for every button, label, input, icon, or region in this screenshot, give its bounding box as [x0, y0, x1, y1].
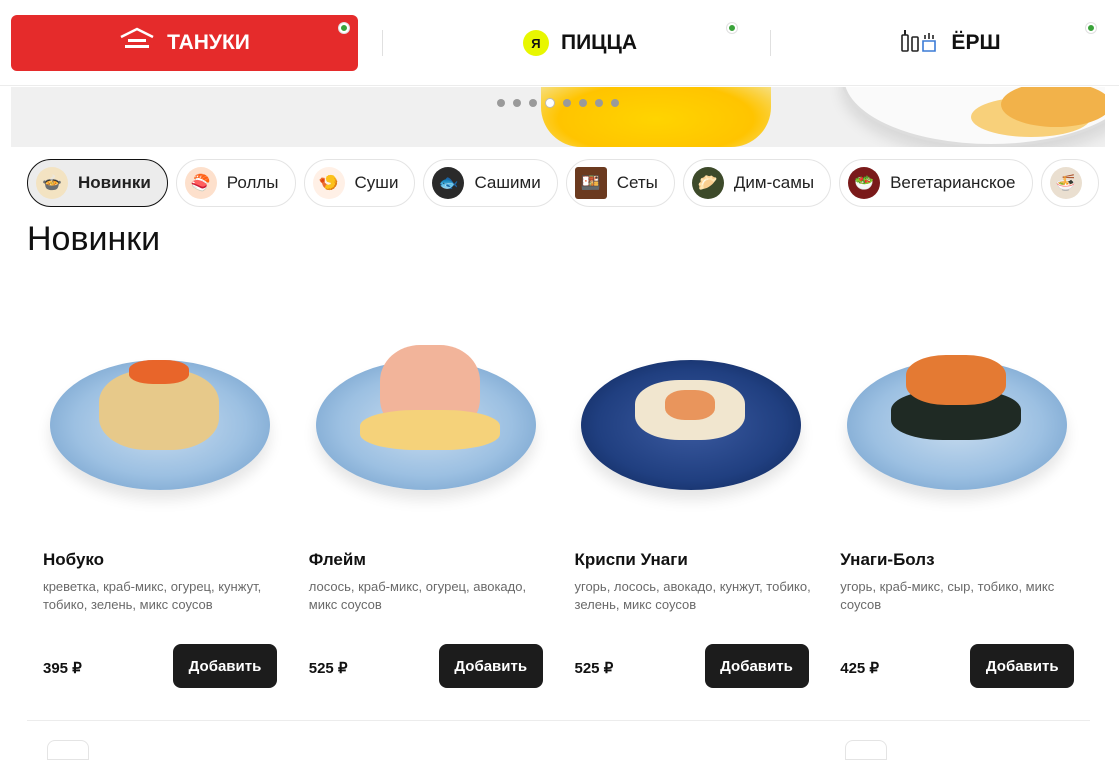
status-dot — [727, 23, 737, 33]
ya-logo-icon: Я — [522, 30, 549, 56]
dimsum-icon: 🥟 — [691, 167, 724, 199]
product-name[interactable]: Унаги-Болз — [840, 550, 934, 570]
bottles-icon — [899, 27, 939, 59]
brand-label: ТАНУКИ — [167, 31, 250, 54]
bowl-icon: 🍲 — [36, 167, 68, 199]
tobiko — [128, 360, 189, 384]
pagination-dot[interactable] — [529, 99, 537, 107]
divider — [27, 720, 1090, 721]
brand-label: ЁРШ — [951, 31, 1001, 54]
product-card[interactable]: Унаги-Болз угорь, краб-микс, сыр, тобико… — [824, 290, 1090, 700]
banner-drink-image — [541, 87, 771, 147]
product-name[interactable]: Криспи Унаги — [575, 550, 688, 570]
product-card[interactable]: Флейм лосось, краб-микс, огурец, авокадо… — [293, 290, 559, 700]
sashimi-icon: 🐟 — [432, 167, 465, 199]
tanuki-roof-icon — [119, 27, 155, 59]
product-price: 525 ₽ — [574, 660, 614, 677]
add-to-cart-button[interactable]: Добавить — [970, 644, 1075, 688]
roll-top — [665, 390, 716, 420]
brand-tab-ersh[interactable]: ЁРШ — [800, 15, 1100, 71]
category-label: Суши — [354, 173, 399, 192]
product-price: 395 ₽ — [43, 660, 82, 677]
category-chip-dimsum[interactable]: 🥟 Дим-самы — [682, 159, 832, 207]
status-dot — [339, 23, 349, 33]
product-description: креветка, краб-микс, огурец, кунжут, тоб… — [43, 579, 262, 612]
brand-label: ПИЦЦА — [560, 31, 638, 54]
category-chip-more[interactable]: 🍜 — [1040, 159, 1099, 207]
product-description: угорь, лосось, авокадо, кунжут, тобико, … — [574, 579, 811, 612]
product-card[interactable]: Нобуко креветка, краб-микс, огурец, кунж… — [27, 290, 293, 700]
sauce — [359, 410, 500, 450]
divider — [770, 30, 771, 56]
category-label: Сашими — [474, 173, 541, 192]
product-price: 525 ₽ — [308, 660, 348, 677]
category-chip-novinki[interactable]: 🍲 Новинки — [27, 159, 168, 207]
pagination-dot[interactable] — [595, 99, 603, 107]
category-label: Сеты — [616, 173, 658, 192]
product-name[interactable]: Флейм — [309, 550, 366, 570]
status-dot — [1086, 23, 1096, 33]
pagination-dot[interactable] — [513, 99, 521, 107]
product-image[interactable] — [310, 290, 542, 530]
category-nav: 🍲 Новинки 🍣 Роллы 🍤 Суши 🐟 Сашими 🍱 Сеты… — [27, 159, 1099, 207]
category-label: Новинки — [78, 173, 151, 192]
pagination-dot-active[interactable] — [545, 98, 555, 108]
product-name[interactable]: Нобуко — [43, 550, 104, 570]
tobiko — [906, 355, 1007, 405]
category-label: Роллы — [226, 173, 279, 192]
brand-tab-tanuki[interactable]: ТАНУКИ — [11, 15, 358, 71]
pagination-dot[interactable] — [563, 99, 571, 107]
next-card-stub — [845, 740, 887, 760]
product-description: лосось, краб-микс, огурец, авокадо, микс… — [308, 579, 527, 612]
category-label: Дим-самы — [733, 173, 815, 192]
pagination-dot[interactable] — [497, 99, 505, 107]
section-title: Новинки — [27, 220, 161, 258]
veggie-icon: 🥗 — [848, 167, 881, 199]
product-image[interactable] — [841, 290, 1073, 530]
category-chip-sashimi[interactable]: 🐟 Сашими — [423, 159, 558, 207]
banner-pagination — [497, 98, 619, 108]
category-chip-sets[interactable]: 🍱 Сеты — [565, 159, 675, 207]
product-price: 425 ₽ — [840, 660, 879, 677]
product-description: угорь, краб-микс, сыр, тобико, микс соус… — [840, 579, 1055, 612]
next-card-stub — [47, 740, 89, 760]
brand-tab-pizza[interactable]: Я ПИЦЦА — [420, 15, 740, 71]
category-chip-sushi[interactable]: 🍤 Суши — [303, 159, 416, 207]
add-to-cart-button[interactable]: Добавить — [438, 644, 543, 688]
divider — [382, 30, 383, 56]
soup-icon: 🍜 — [1049, 167, 1082, 199]
category-chip-veggie[interactable]: 🥗 Вегетарианское — [839, 159, 1033, 207]
pagination-dot[interactable] — [611, 99, 619, 107]
add-to-cart-button[interactable]: Добавить — [704, 644, 809, 688]
category-chip-rolls[interactable]: 🍣 Роллы — [175, 159, 296, 207]
rolls-icon: 🍣 — [184, 167, 217, 199]
brand-switcher: ТАНУКИ Я ПИЦЦА ЁРШ — [0, 0, 1119, 86]
add-to-cart-button[interactable]: Добавить — [173, 644, 277, 688]
sushi-icon: 🍤 — [312, 167, 345, 199]
pagination-dot[interactable] — [579, 99, 587, 107]
set-icon: 🍱 — [574, 167, 607, 199]
promo-banner[interactable] — [11, 87, 1105, 147]
category-label: Вегетарианское — [890, 173, 1016, 192]
product-image[interactable] — [44, 290, 276, 530]
product-image[interactable] — [575, 290, 807, 530]
product-grid: Нобуко креветка, краб-микс, огурец, кунж… — [27, 290, 1090, 700]
product-card[interactable]: Криспи Унаги угорь, лосось, авокадо, кун… — [559, 290, 825, 700]
